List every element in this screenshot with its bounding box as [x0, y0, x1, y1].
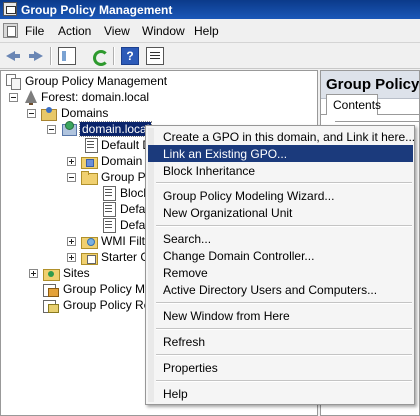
menu-item-remove[interactable]: Remove: [148, 264, 413, 281]
menu-item-new-window[interactable]: New Window from Here: [148, 307, 413, 324]
menu-item-create-gpo[interactable]: Create a GPO in this domain, and Link it…: [148, 128, 415, 145]
menu-item-search[interactable]: Search...: [148, 230, 413, 247]
collapse-icon[interactable]: [9, 93, 18, 102]
forest-icon: [23, 89, 39, 105]
folder-icon: [81, 169, 98, 185]
menu-separator: [156, 182, 412, 184]
menu-separator: [156, 328, 412, 330]
back-arrow-icon[interactable]: [4, 47, 22, 65]
collapse-icon[interactable]: [67, 173, 76, 182]
menu-separator: [156, 380, 412, 382]
domains-icon: [41, 105, 57, 121]
tree-label: Sites: [63, 266, 90, 280]
group-policy-management-icon: [5, 73, 21, 90]
forward-arrow-icon[interactable]: [27, 47, 45, 65]
menu-item-help[interactable]: Help: [148, 385, 413, 402]
collapse-icon[interactable]: [47, 125, 56, 134]
tree-label: Defa: [120, 218, 146, 232]
menu-separator: [156, 354, 412, 356]
expand-icon[interactable]: [29, 269, 38, 278]
gpo-icon: [101, 201, 117, 217]
show-hide-tree-icon[interactable]: [58, 47, 76, 65]
organizational-unit-icon: [81, 153, 98, 169]
collapse-icon[interactable]: [27, 109, 36, 118]
menu-action[interactable]: Action: [58, 24, 91, 38]
menu-separator: [156, 302, 412, 304]
menu-item-ad-users-computers[interactable]: Active Directory Users and Computers...: [148, 281, 413, 298]
menu-item-change-dc[interactable]: Change Domain Controller...: [148, 247, 413, 264]
gpo-link-icon: [83, 137, 99, 153]
window-title: Group Policy Management: [21, 3, 173, 17]
properties-icon[interactable]: [146, 47, 164, 65]
domain-icon: [61, 121, 77, 137]
tree-label: Group Policy Management: [25, 74, 168, 88]
refresh-icon[interactable]: [90, 47, 109, 66]
details-title: Group Policy: [326, 76, 420, 93]
wmi-filter-folder-icon: [81, 233, 98, 249]
modeling-icon: [43, 281, 59, 297]
mmc-document-icon[interactable]: [3, 23, 18, 38]
tree-label: Forest: domain.local: [41, 90, 150, 104]
menu-item-properties[interactable]: Properties: [148, 359, 413, 376]
results-icon: [43, 297, 59, 313]
sites-icon: [43, 265, 60, 281]
expand-icon[interactable]: [67, 237, 76, 246]
gpo-icon: [101, 185, 117, 201]
tree-label: Starter G: [101, 250, 150, 264]
app-icon: [3, 2, 17, 16]
menu-item-modeling-wizard[interactable]: Group Policy Modeling Wizard...: [148, 187, 413, 204]
details-grid-line: [335, 121, 419, 122]
menu-file[interactable]: File: [25, 24, 44, 38]
expand-icon[interactable]: [67, 253, 76, 262]
tree-label: Group Policy Res: [63, 298, 157, 312]
menu-bar: File Action View Window Help: [0, 19, 420, 43]
menu-view[interactable]: View: [104, 24, 130, 38]
tree-label: Domains: [61, 106, 109, 120]
toolbar: ?: [0, 43, 420, 69]
menu-help[interactable]: Help: [194, 24, 219, 38]
expand-icon[interactable]: [67, 157, 76, 166]
menu-item-link-existing-gpo[interactable]: Link an Existing GPO...: [148, 145, 413, 162]
menu-separator: [156, 225, 412, 227]
menu-item-refresh[interactable]: Refresh: [148, 333, 413, 350]
menu-item-new-ou[interactable]: New Organizational Unit: [148, 204, 413, 221]
title-bar: Group Policy Management: [0, 0, 420, 19]
tree-label: Defa: [120, 202, 146, 216]
menu-item-block-inheritance[interactable]: Block Inheritance: [148, 162, 413, 179]
context-menu: Create a GPO in this domain, and Link it…: [145, 125, 415, 405]
starter-gpo-folder-icon: [81, 249, 98, 265]
tree-label: Default D: [101, 138, 152, 152]
help-icon[interactable]: ?: [121, 47, 139, 65]
gpo-icon: [101, 217, 117, 233]
tree-label-selected: domain.local: [78, 121, 153, 137]
menu-window[interactable]: Window: [142, 24, 185, 38]
toolbar-separator: [50, 47, 51, 65]
toolbar-separator: [113, 47, 114, 65]
tab-contents[interactable]: Contents: [326, 94, 381, 115]
